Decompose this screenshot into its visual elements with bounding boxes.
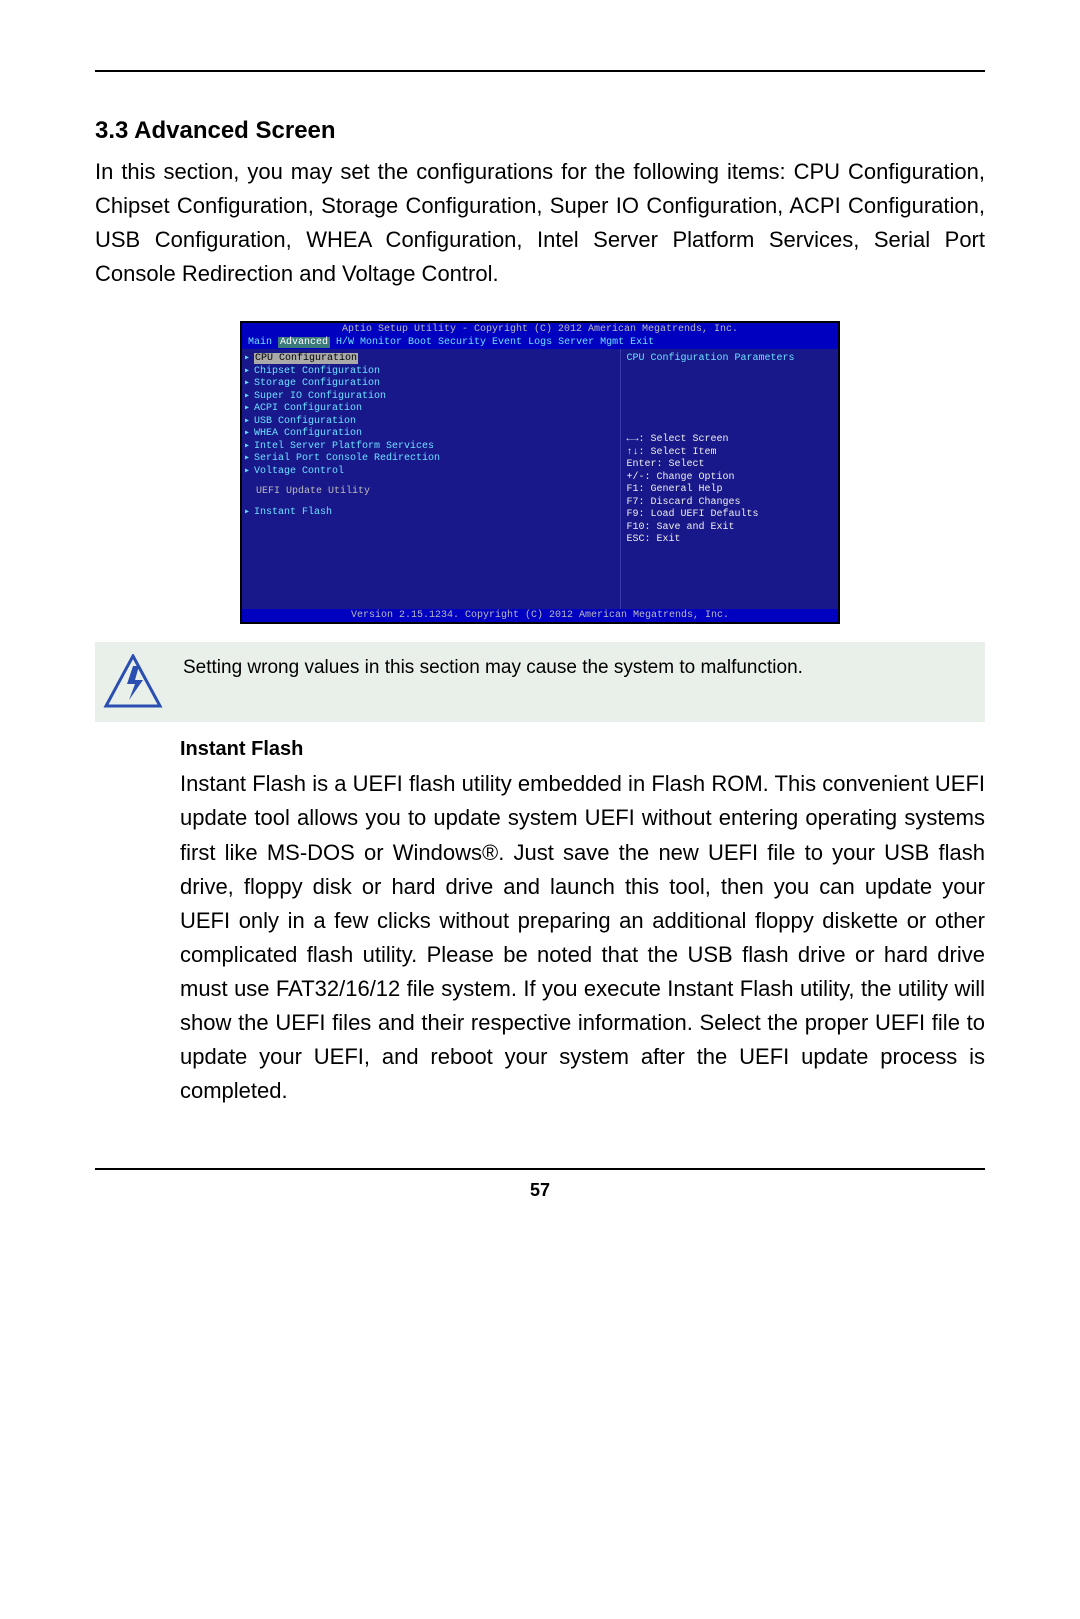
- bottom-rule: [95, 1168, 985, 1170]
- page-number: 57: [95, 1180, 985, 1201]
- section-intro: In this section, you may set the configu…: [95, 155, 985, 291]
- bios-help-line: F1: General Help: [627, 484, 832, 497]
- bios-menu-item[interactable]: ▸WHEA Configuration: [244, 428, 614, 441]
- bios-menu-item[interactable]: ▸Chipset Configuration: [244, 366, 614, 379]
- subsection-title: Instant Flash: [180, 738, 985, 761]
- bios-menu-item[interactable]: ▸Super IO Configuration: [244, 391, 614, 404]
- top-rule: [95, 70, 985, 72]
- lightning-warning-icon: [103, 654, 163, 710]
- bios-right-panel: CPU Configuration Parameters ←→: Select …: [621, 349, 838, 609]
- bios-subhead: UEFI Update Utility: [244, 486, 614, 499]
- bios-menu-item[interactable]: ▸Storage Configuration: [244, 378, 614, 391]
- bios-figure: Aptio Setup Utility - Copyright (C) 2012…: [240, 321, 840, 624]
- section-title: 3.3 Advanced Screen: [95, 117, 985, 145]
- bios-menu-item[interactable]: ▸Serial Port Console Redirection: [244, 453, 614, 466]
- bios-menu-item[interactable]: ▸Intel Server Platform Services: [244, 441, 614, 454]
- document-page: 3.3 Advanced Screen In this section, you…: [0, 0, 1080, 1261]
- bios-help-line: ↑↓: Select Item: [627, 447, 832, 460]
- warning-box: Setting wrong values in this section may…: [95, 642, 985, 722]
- warning-text: Setting wrong values in this section may…: [183, 654, 803, 682]
- bios-help-line: F7: Discard Changes: [627, 497, 832, 510]
- bios-right-title: CPU Configuration Parameters: [627, 353, 832, 364]
- bios-help-line: F10: Save and Exit: [627, 522, 832, 535]
- bios-title: Aptio Setup Utility - Copyright (C) 2012…: [242, 323, 838, 336]
- bios-footer: Version 2.15.1234. Copyright (C) 2012 Am…: [242, 609, 838, 622]
- bios-help-line: ESC: Exit: [627, 534, 832, 547]
- bios-menu-item[interactable]: ▸Voltage Control: [244, 466, 614, 479]
- bios-menu-item[interactable]: ▸USB Configuration: [244, 416, 614, 429]
- bios-help-line: Enter: Select: [627, 459, 832, 472]
- bios-help-keys: ←→: Select Screen↑↓: Select ItemEnter: S…: [627, 434, 832, 547]
- subsection-body: Instant Flash is a UEFI flash utility em…: [180, 767, 985, 1108]
- subsection: Instant Flash Instant Flash is a UEFI fl…: [180, 738, 985, 1108]
- bios-help-line: +/-: Change Option: [627, 472, 832, 485]
- bios-help-line: ←→: Select Screen: [627, 434, 832, 447]
- bios-menu-item[interactable]: ▸CPU Configuration: [244, 353, 614, 366]
- bios-left-panel: ▸CPU Configuration▸Chipset Configuration…: [242, 349, 621, 609]
- bios-menu-item[interactable]: ▸Instant Flash: [244, 507, 614, 520]
- bios-menubar: Main Advanced H/W Monitor Boot Security …: [242, 336, 838, 349]
- bios-menu-item[interactable]: ▸ACPI Configuration: [244, 403, 614, 416]
- bios-help-line: F9: Load UEFI Defaults: [627, 509, 832, 522]
